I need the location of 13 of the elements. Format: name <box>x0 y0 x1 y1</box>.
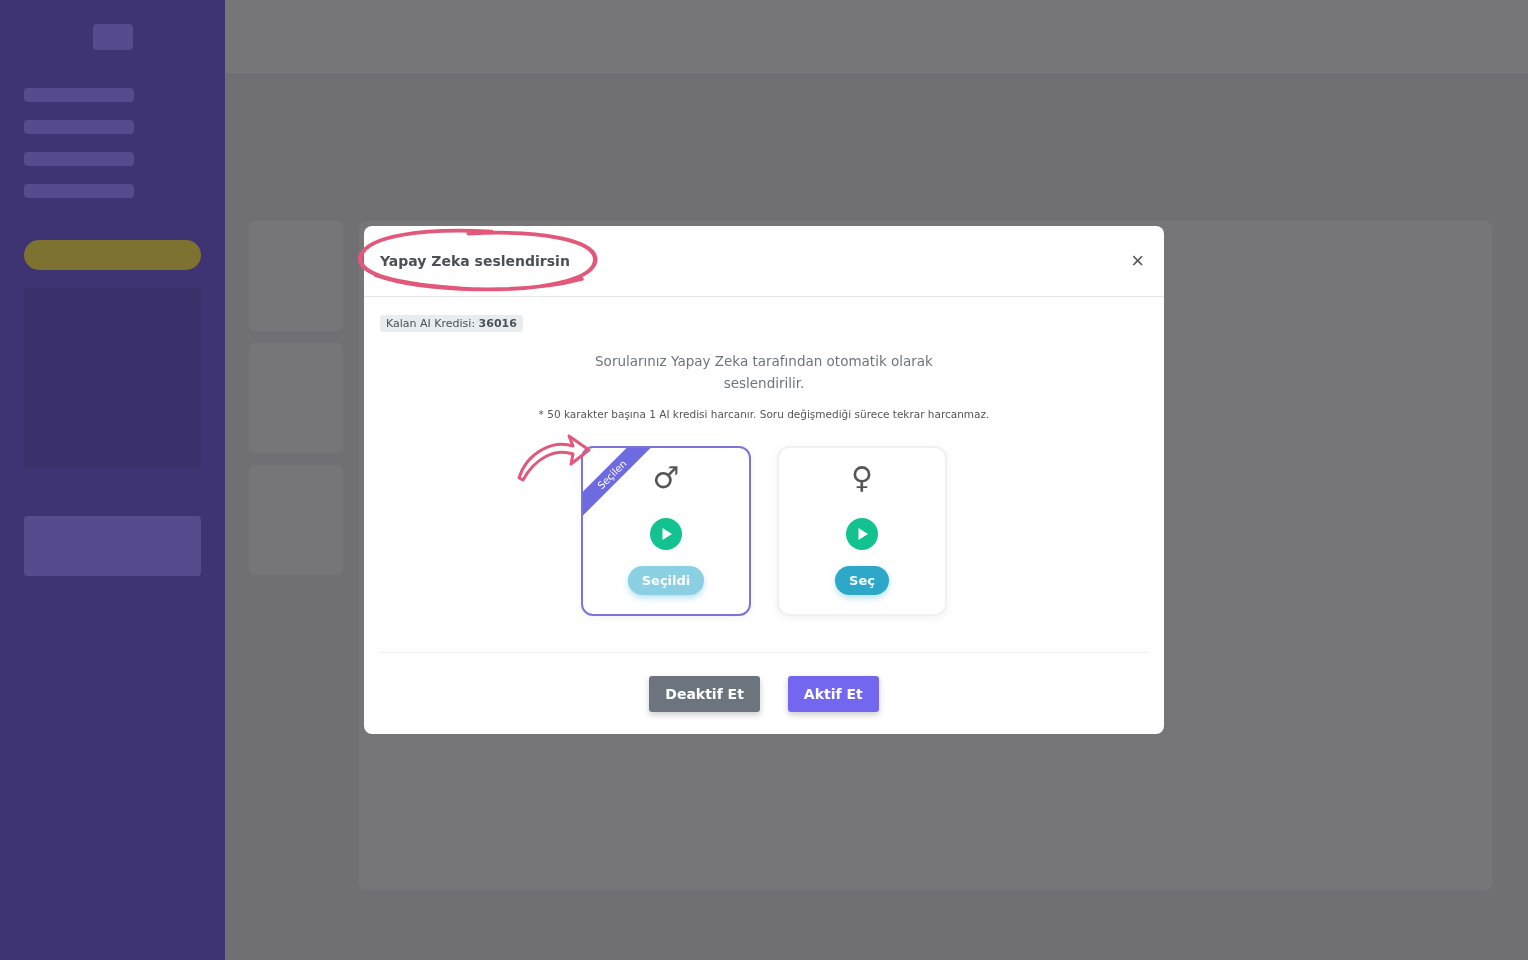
dialog-title: Yapay Zeka seslendirsin <box>380 253 570 269</box>
play-icon[interactable] <box>650 518 682 550</box>
note-text: * 50 karakter başına 1 AI kredisi harcanır. Soru değişmediği sürece tekrar harcanmaz. <box>538 408 990 420</box>
deactivate-button[interactable]: Deaktif Et <box>649 676 760 712</box>
select-button[interactable]: Seç <box>835 566 889 595</box>
play-icon[interactable] <box>846 518 878 550</box>
voice-card[interactable]: ♀ Seç <box>777 446 947 616</box>
gender-symbol: ♂ <box>652 460 680 496</box>
gender-symbol: ♀ <box>851 460 873 496</box>
credit-badge: Kalan AI Kredisi: 36016 <box>380 315 523 332</box>
description-text: Sorularınız Yapay Zeka tarafından otomatik olarak seslendirilir. <box>594 352 934 393</box>
activate-button[interactable]: Aktif Et <box>787 676 879 712</box>
close-button[interactable]: × <box>1127 248 1148 274</box>
